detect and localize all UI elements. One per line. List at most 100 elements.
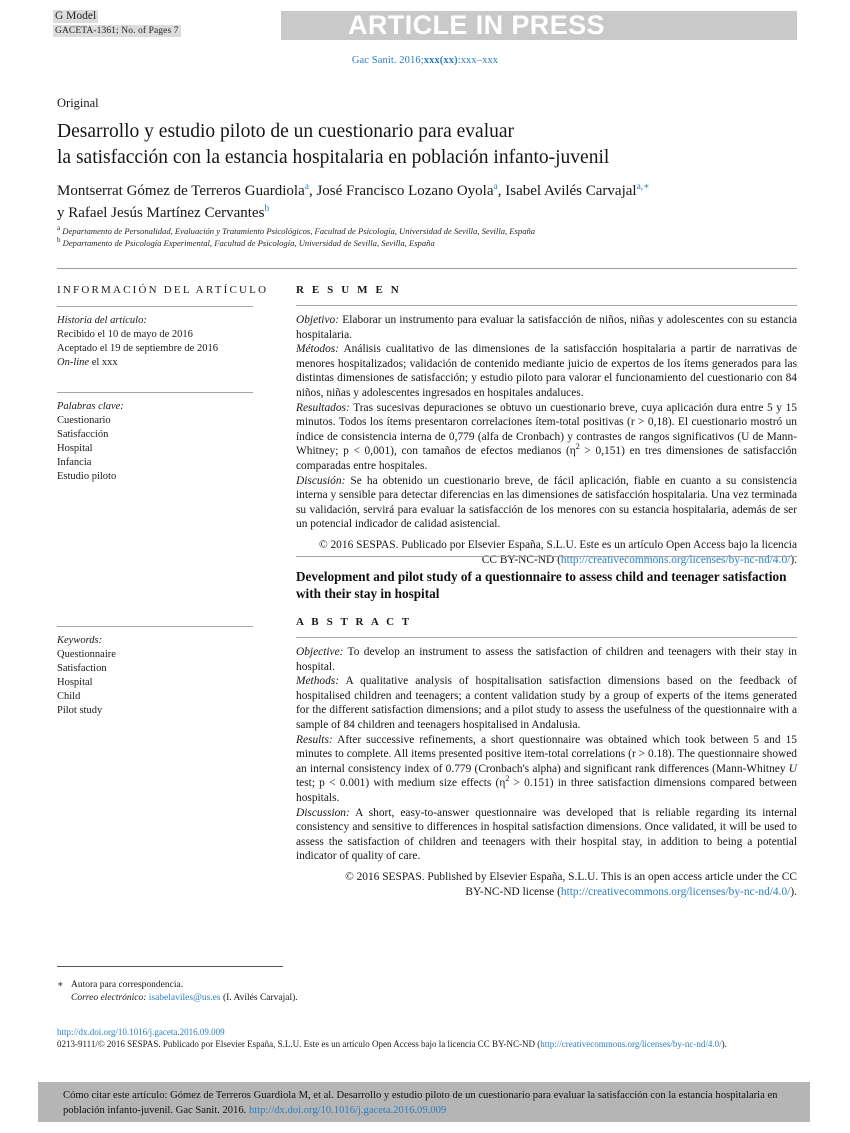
journal-ref-volume: xxx(xx) <box>423 55 458 66</box>
abstract-discussion-text: A short, easy-to-answer questionnaire wa… <box>296 806 797 863</box>
affiliation-marker-a: a <box>57 224 61 233</box>
abstract-objective: Objective: To develop an instrument to a… <box>296 645 797 674</box>
cite-doi-link[interactable]: http://dx.doi.org/10.1016/j.gaceta.2016.… <box>249 1105 446 1116</box>
abstract-copyright-line-2-pre: BY-NC-ND license ( <box>465 885 561 898</box>
abstract-results-label: Results: <box>296 733 333 746</box>
abstract-objective-text: To develop an instrument to assess the s… <box>296 646 797 673</box>
email-label: Correo electrónico: <box>71 992 147 1003</box>
keyword-item: Hospital <box>57 677 93 688</box>
resumen-objetivo-label: Objetivo: <box>296 314 340 326</box>
history-online: On-line el xxx <box>57 356 272 370</box>
resumen-copyright: © 2016 SESPAS. Publicado por Elsevier Es… <box>296 538 797 567</box>
resumen-metodos-text: Análisis cualitativo de las dimensiones … <box>296 343 797 399</box>
keywords-block-es: Palabras clave: Cuestionario Satisfacció… <box>57 392 272 484</box>
keyword-item: Cuestionario <box>57 415 111 426</box>
article-info-heading: INFORMACIÓN DEL ARTÍCULO <box>57 284 269 296</box>
keyword-item: Infancia <box>57 457 92 468</box>
article-info-panel: INFORMACIÓN DEL ARTÍCULO Historia del ar… <box>57 284 272 484</box>
footnote-divider <box>57 966 283 967</box>
abstract-methods-label: Methods: <box>296 675 340 688</box>
corresponding-author-text: Autora para correspondencia. <box>71 980 184 990</box>
resumen-panel: R E S U M E N Objetivo: Elaborar un inst… <box>296 284 797 567</box>
online-italic: On-line <box>57 357 90 368</box>
history-accepted: Aceptado el 19 de septiembre de 2016 <box>57 343 218 354</box>
keywords-label-es: Palabras clave: <box>57 401 124 412</box>
resumen-resultados-label: Resultados: <box>296 401 350 414</box>
resumen-objetivo: Objetivo: Elaborar un instrumento para e… <box>296 313 797 342</box>
abstract-results: Results: After successive refinements, a… <box>296 733 797 806</box>
footnote-line-2: Correo electrónico: isabelaviles@us.es (… <box>57 992 557 1005</box>
g-model-label: G Model <box>53 10 99 23</box>
keyword-item: Satisfaction <box>57 663 107 674</box>
abstract-methods-text: A qualitative analysis of hospitalisatio… <box>296 675 797 731</box>
abstract-discussion-label: Discussion: <box>296 806 350 819</box>
manuscript-id-label: GACETA-1361; No. of Pages 7 <box>53 25 181 37</box>
asterisk-icon: ∗ <box>57 980 64 990</box>
journal-reference: Gac Sanit. 2016;xxx(xx):xxx–xxx <box>53 55 797 66</box>
affiliation-a: a Departamento de Personalidad, Evaluaci… <box>57 224 802 238</box>
affiliations: a Departamento de Personalidad, Evaluaci… <box>57 224 802 250</box>
info-divider-1 <box>57 306 253 307</box>
title-line-1: Desarrollo y estudio piloto de un cuesti… <box>57 121 515 142</box>
resumen-discusion-text: Se ha obtenido un cuestionario breve, de… <box>296 474 797 531</box>
affiliation-b: b Departamento de Psicología Experimenta… <box>57 235 802 250</box>
keyword-item: Estudio piloto <box>57 471 117 482</box>
abstract-discussion: Discussion: A short, easy-to-answer ques… <box>296 806 797 864</box>
issn-text-end: ). <box>721 1038 727 1049</box>
article-in-press-text: ARTICLE IN PRESS <box>348 10 605 40</box>
resumen-objetivo-text: Elaborar un instrumento para evaluar la … <box>296 314 797 341</box>
how-to-cite-box: Cómo citar este artículo: Gómez de Terre… <box>38 1082 810 1122</box>
license-link[interactable]: http://creativecommons.org/licenses/by-n… <box>540 1039 721 1049</box>
keyword-item: Pilot study <box>57 705 103 716</box>
corresponding-author-footnote: ∗ Autora para correspondencia. Correo ele… <box>57 979 557 1004</box>
resumen-discusion: Discusión: Se ha obtenido un cuestionari… <box>296 474 797 532</box>
journal-ref-pages: :xxx–xxx <box>457 55 499 66</box>
keyword-item: Satisfacción <box>57 429 109 440</box>
how-to-cite-text: Cómo citar este artículo: Gómez de Terre… <box>63 1089 792 1118</box>
abstract-results-italic: U <box>788 762 797 775</box>
abstract-panel: Development and pilot study of a questio… <box>296 568 797 899</box>
resumen-divider <box>296 305 797 306</box>
paper-page: G Model GACETA-1361; No. of Pages 7 ARTI… <box>0 0 850 1133</box>
top-banner: G Model GACETA-1361; No. of Pages 7 ARTI… <box>53 10 797 66</box>
author-list: Montserrat Gómez de Terreros Guardiolaa,… <box>57 182 650 221</box>
info-divider-2 <box>57 392 253 393</box>
issn-text: 0213-9111/© 2016 SESPAS. Publicado por E… <box>57 1038 541 1049</box>
doi-license-block: http://dx.doi.org/10.1016/j.gaceta.2016.… <box>57 1027 801 1050</box>
article-type-label: Original <box>57 96 99 110</box>
abstract-results-text-2: test; p < 0.001) with medium size effect… <box>296 777 506 790</box>
resumen-heading: R E S U M E N <box>296 284 402 296</box>
abstract-section-divider <box>296 556 797 557</box>
resumen-metodos-label: Métodos: <box>296 343 340 356</box>
abstract-methods: Methods: A qualitative analysis of hospi… <box>296 674 797 732</box>
abstract-copyright-line-1: © 2016 SESPAS. Published by Elsevier Esp… <box>345 870 797 883</box>
doi-line: http://dx.doi.org/10.1016/j.gaceta.2016.… <box>57 1027 801 1039</box>
page-title: Desarrollo y estudio piloto de un cuesti… <box>57 119 797 171</box>
history-label: Historia del artículo: <box>57 315 147 326</box>
abstract-heading: A B S T R A C T <box>296 616 412 628</box>
history-received: Recibido el 10 de mayo de 2016 <box>57 329 193 340</box>
keywords-label-en: Keywords: <box>57 635 103 646</box>
abstract-results-text-1: After successive refinements, a short qu… <box>296 733 797 775</box>
affiliation-a-text: Departamento de Personalidad, Evaluación… <box>62 226 536 236</box>
english-title: Development and pilot study of a questio… <box>296 569 787 601</box>
abstract-copyright: © 2016 SESPAS. Published by Elsevier Esp… <box>296 870 797 899</box>
doi-link[interactable]: http://dx.doi.org/10.1016/j.gaceta.2016.… <box>57 1027 225 1037</box>
resumen-copyright-line-1: © 2016 SESPAS. Publicado por Elsevier Es… <box>318 538 797 551</box>
resumen-metodos: Métodos: Análisis cualitativo de las dim… <box>296 342 797 400</box>
info-divider-3 <box>57 626 253 627</box>
affiliation-marker-b: b <box>57 235 61 244</box>
title-line-2: la satisfacción con la estancia hospital… <box>57 147 610 168</box>
creative-commons-link[interactable]: http://creativecommons.org/licenses/by-n… <box>561 886 790 898</box>
footnote-line-1: ∗ Autora para correspondencia. <box>57 979 557 992</box>
abstract-objective-label: Objective: <box>296 646 344 658</box>
email-person-name: (I. Avilés Carvajal). <box>220 992 298 1003</box>
header-divider <box>57 268 797 269</box>
author-email-link[interactable]: isabelaviles@us.es <box>149 993 221 1003</box>
keyword-item: Hospital <box>57 443 93 454</box>
keyword-item: Child <box>57 691 81 702</box>
keyword-item: Questionnaire <box>57 649 116 660</box>
keywords-block-en: Keywords: Questionnaire Satisfaction Hos… <box>57 626 272 718</box>
resumen-discusion-label: Discusión: <box>296 474 346 487</box>
abstract-copyright-line-2-post: ). <box>790 885 797 898</box>
